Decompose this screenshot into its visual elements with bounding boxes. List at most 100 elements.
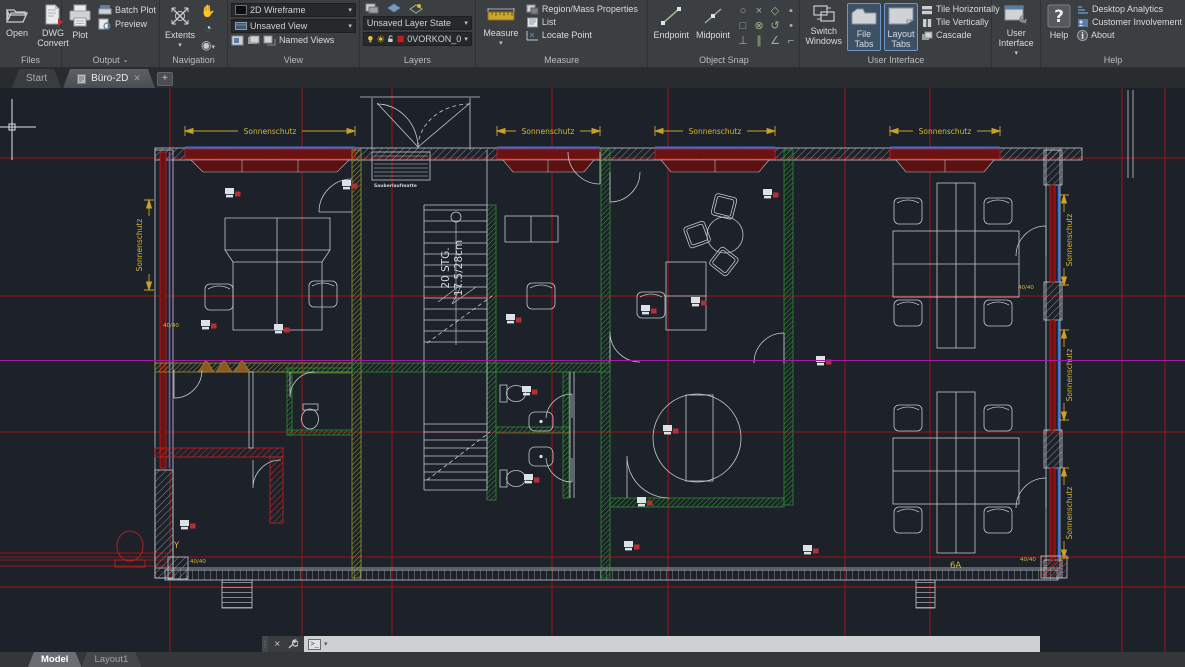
floor-plan-svg: Sonnenschutz Sonnenschutz Sonnenschutz S… (0, 88, 1185, 652)
panel-measure: Measure ▾ Region/Mass Properties List Lo… (476, 0, 649, 67)
layer-isolate-icon[interactable] (409, 3, 423, 14)
visual-style-icon (235, 5, 247, 15)
extents-dropdown-icon[interactable]: ▾ (178, 42, 182, 49)
panel-view: 2D Wireframe ▾ Unsaved View ▾ Named View… (228, 0, 360, 67)
command-input[interactable]: >_ ▾ (304, 636, 1040, 652)
sonnenschutz-label-top-2: Sonnenschutz (522, 127, 575, 136)
panel-navigation: Extents ▾ ✋ ◔ ◉▾ Navigation (160, 0, 228, 67)
drawing-canvas[interactable]: Sonnenschutz Sonnenschutz Sonnenschutz S… (0, 88, 1185, 652)
tab-model[interactable]: Model (28, 652, 81, 667)
orbit-icon[interactable]: ◔ (200, 21, 216, 36)
help-button[interactable]: ? Help (1044, 3, 1074, 41)
desktop-analytics-button[interactable]: Desktop Analytics (1077, 4, 1182, 15)
question-mark-icon: ? (1047, 4, 1071, 28)
command-close-icon[interactable]: × (274, 639, 280, 650)
osnap-intersection-icon[interactable]: × (751, 4, 767, 19)
sun-icon[interactable] (377, 34, 384, 44)
named-views-button[interactable]: Named Views (279, 35, 334, 46)
about-button[interactable]: i About (1077, 30, 1182, 41)
osnap-insertion-icon[interactable]: ▪ (783, 4, 799, 19)
col-dim-label-1: 40/40 (163, 323, 179, 329)
layer-off-icon[interactable] (387, 3, 401, 14)
layers-panel-label: Layers (360, 53, 475, 67)
osnap-tangent-icon[interactable]: ↺ (767, 19, 783, 34)
osnap-center-icon[interactable]: ○ (735, 4, 751, 19)
osnap-extension-icon[interactable]: ∠ (767, 34, 783, 49)
switch-windows-button[interactable]: Switch Windows (803, 3, 844, 47)
col-dim-label-4: 40/40 (190, 559, 206, 565)
region-mass-properties-button[interactable]: Region/Mass Properties (526, 4, 638, 15)
osnap-node-icon[interactable]: ⊗ (751, 19, 767, 34)
view-panel-label: View (228, 53, 359, 67)
view-manager-icon[interactable] (247, 35, 260, 46)
zoom-extents-icon (168, 4, 192, 28)
visual-style-caret-icon: ▾ (348, 7, 352, 14)
midpoint-snap-button[interactable]: Midpoint (694, 3, 732, 41)
osnap-snap-from-icon[interactable]: ⌐ (783, 34, 799, 49)
visual-style-combo[interactable]: 2D Wireframe ▾ (231, 3, 356, 17)
tab-buero-2d[interactable]: Büro-2D ✕ (63, 69, 155, 88)
command-line-bar: ⋮ × >_ ▾ (262, 636, 1040, 652)
layer-state-combo[interactable]: Unsaved Layer State ▾ (363, 16, 472, 30)
user-interface-icon (1003, 4, 1029, 26)
osnap-geometric-center-icon[interactable]: □ (735, 19, 751, 34)
new-view-icon[interactable] (231, 35, 244, 46)
named-views-icon[interactable] (263, 35, 276, 46)
customer-involvement-icon (1077, 18, 1089, 28)
command-wrench-icon[interactable] (287, 639, 298, 650)
svg-text:i: i (1081, 30, 1084, 40)
ruler-icon (486, 4, 516, 26)
new-tab-button[interactable]: + (157, 72, 173, 86)
unlock-icon[interactable] (387, 34, 394, 44)
plot-button[interactable]: Plot (65, 3, 95, 41)
preview-icon (98, 18, 112, 30)
panel-object-snap: Endpoint Midpoint ○ □ ⊥ × ⊗ ∥ ◇ ↺ ∠ ▪ • … (648, 0, 800, 67)
zoom-extents-button[interactable]: Extents ▾ (163, 3, 197, 50)
navigation-panel-label: Navigation (160, 53, 227, 67)
customer-involvement-button[interactable]: Customer Involvement (1077, 17, 1182, 28)
layer-state-caret-icon: ▾ (464, 20, 468, 27)
sonnenschutz-label-top-4: Sonnenschutz (919, 127, 972, 136)
locate-point-button[interactable]: Locate Point (526, 30, 638, 41)
steering-wheel-icon[interactable]: ◉▾ (200, 38, 216, 53)
cascade-icon (921, 31, 933, 41)
open-button[interactable]: Open (3, 3, 31, 39)
command-dropdown-icon[interactable]: ▾ (324, 640, 328, 648)
list-button[interactable]: List (526, 17, 638, 28)
ribbon: Open DWG Convert Files Plot Batch Plot (0, 0, 1185, 68)
osnap-apparent-intersection-icon[interactable]: ◇ (767, 4, 783, 19)
layer-combo[interactable]: 0VORKON_0 ▾ (363, 32, 472, 46)
tile-vertically-button[interactable]: Tile Vertically (921, 17, 1000, 28)
preview-button[interactable]: Preview (98, 18, 156, 30)
floor-plan-geometry (115, 90, 1133, 608)
entrance-doors (360, 97, 480, 180)
osnap-perpendicular-icon[interactable]: ⊥ (735, 34, 751, 49)
measure-dropdown-icon[interactable]: ▾ (499, 40, 503, 47)
grid-6a-label: 6A (950, 561, 961, 571)
measure-button[interactable]: Measure ▾ (479, 3, 523, 48)
tile-horizontally-button[interactable]: Tile Horizontally (921, 4, 1000, 15)
cascade-button[interactable]: Cascade (921, 30, 1000, 41)
user-interface-caret-icon: ▾ (1014, 50, 1018, 57)
layer-color-swatch[interactable] (397, 34, 404, 44)
layout-tabs-toggle[interactable]: Layout Tabs (884, 3, 918, 51)
drawing-file-icon (77, 74, 86, 84)
user-interface-button[interactable]: User Interface ▾ (995, 3, 1037, 58)
output-expand-icon[interactable]: ⌄ (123, 57, 129, 64)
endpoint-snap-button[interactable]: Endpoint (651, 3, 691, 41)
tile-horizontal-icon (921, 5, 933, 15)
close-tab-icon[interactable]: ✕ (133, 73, 141, 84)
svg-text:?: ? (1054, 7, 1064, 27)
osnap-nearest-icon[interactable]: • (783, 19, 799, 34)
files-panel-label: Files (0, 53, 61, 67)
tab-layout1[interactable]: Layout1 (81, 652, 141, 667)
file-tabs-toggle[interactable]: File Tabs (847, 3, 881, 51)
osnap-parallel-icon[interactable]: ∥ (751, 34, 767, 49)
batch-plot-button[interactable]: Batch Plot (98, 4, 156, 16)
region-icon (526, 4, 539, 15)
view-name-combo[interactable]: Unsaved View ▾ (231, 19, 356, 33)
tab-start[interactable]: Start (12, 69, 61, 88)
layer-properties-icon[interactable] (365, 3, 379, 14)
bulb-icon[interactable] (367, 34, 374, 44)
pan-icon[interactable]: ✋ (200, 4, 216, 19)
